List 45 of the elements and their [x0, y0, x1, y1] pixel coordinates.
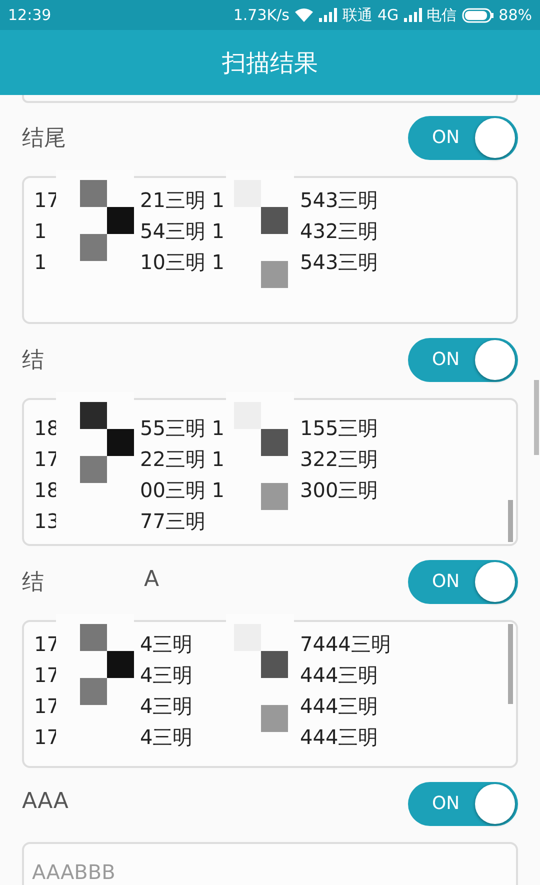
- text-line: 155三明: [300, 415, 378, 442]
- carrier-name: 联通: [342, 6, 372, 24]
- toggle-switch[interactable]: ON: [408, 338, 518, 382]
- text-line: 00三明 1: [140, 477, 225, 504]
- text-line: 55三明 1: [140, 415, 225, 442]
- text-line: 4三明: [140, 631, 193, 658]
- text-line: 54三明 1: [140, 218, 225, 245]
- section-label: A: [144, 567, 160, 592]
- text-line: 432三明: [300, 218, 378, 245]
- battery-icon: [462, 8, 494, 22]
- network-speed: 1.73K/s: [233, 6, 290, 24]
- scrollbar: [508, 500, 513, 542]
- text-line: 4三明: [140, 693, 193, 720]
- clock: 12:39: [8, 6, 52, 24]
- text-line: 444三明: [300, 662, 378, 689]
- text-line: 7444三明: [300, 631, 391, 658]
- text-line: 322三明: [300, 446, 378, 473]
- battery-level: 88%: [498, 6, 532, 24]
- signal-icon: [319, 8, 338, 22]
- wifi-icon: [294, 7, 314, 23]
- section-label: 结: [22, 347, 44, 375]
- text-line: 1: [34, 218, 47, 245]
- text-line: 300三明: [300, 477, 378, 504]
- text-line: 543三明: [300, 187, 378, 214]
- text-line: 4三明: [140, 662, 193, 689]
- network-type: 4G: [377, 6, 399, 24]
- carrier-name: 电信: [426, 6, 457, 24]
- text-line: 21三明 1: [140, 187, 225, 214]
- input-field[interactable]: AAABBB: [22, 842, 518, 885]
- text-line: 543三明: [300, 249, 378, 276]
- text-line: 444三明: [300, 724, 378, 751]
- text-line: 4三明: [140, 724, 193, 751]
- text-line: 77三明: [140, 508, 206, 535]
- text-line: 10三明 1: [140, 249, 225, 276]
- section-label: 结: [22, 569, 44, 597]
- section-label: AAA: [22, 789, 68, 814]
- signal-icon: [404, 8, 422, 22]
- text-line: 444三明: [300, 693, 378, 720]
- page-title: 扫描结果: [222, 48, 318, 78]
- section-label: 结尾: [22, 125, 66, 153]
- text-line: 22三明 1: [140, 446, 225, 473]
- text-line: 1: [34, 249, 47, 276]
- toggle-switch[interactable]: ON: [408, 560, 518, 604]
- toggle-switch[interactable]: ON: [408, 116, 518, 160]
- toggle-switch[interactable]: ON: [408, 782, 518, 826]
